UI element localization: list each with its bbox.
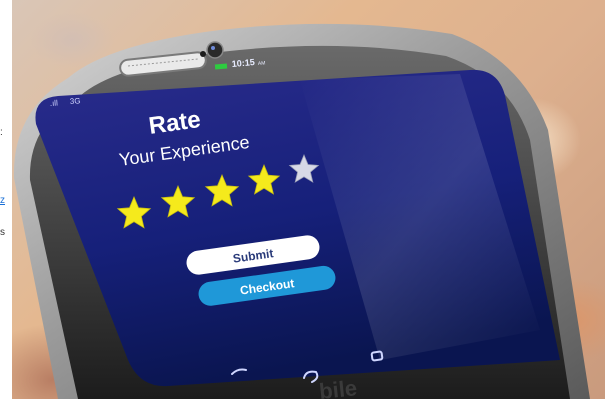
battery-icon — [214, 63, 228, 70]
phone-brand-text: bile — [318, 375, 358, 399]
front-camera — [206, 41, 224, 59]
edge-text-fragment: : — [0, 127, 3, 138]
smartphone: .ıll 3G 10:15 AM Rate Your Experience Su… — [13, 23, 591, 399]
clock-time: 10:15 — [231, 57, 255, 69]
edge-link-fragment[interactable]: z — [0, 196, 5, 206]
edge-text-fragment: s — [0, 227, 5, 238]
clock-ampm: AM — [258, 60, 266, 67]
network-label: 3G — [70, 96, 81, 106]
signal-icon: .ıll — [50, 98, 59, 108]
photo-scene: : z s .ıll 3G 10:15 AM Rate Your Experie… — [0, 0, 605, 399]
left-page-edge: : z s — [0, 0, 12, 399]
